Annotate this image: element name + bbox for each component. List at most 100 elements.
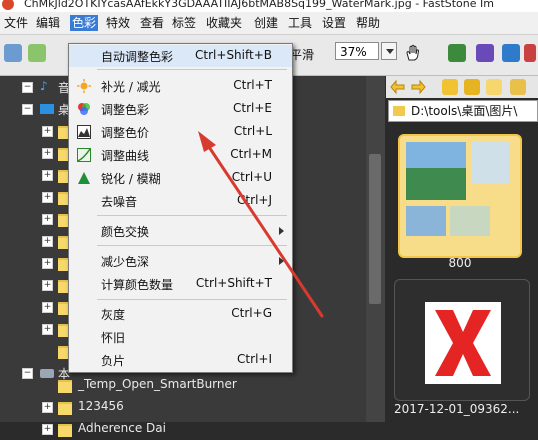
collapse-icon[interactable]: − <box>22 82 33 93</box>
thumbnail-image <box>406 206 446 236</box>
menu-item-shortcut: Ctrl+E <box>233 101 272 115</box>
menu-item-sepia[interactable]: 怀旧 <box>69 326 292 348</box>
menu-item-label: 减少色深 <box>101 255 150 269</box>
zoom-input[interactable]: 37% <box>335 42 379 60</box>
menu-item-label: 调整色价 <box>101 126 150 140</box>
menu-file[interactable]: 文件 <box>2 15 30 31</box>
open-folder-icon[interactable] <box>4 44 22 62</box>
menu-item-auto-color[interactable]: 自动调整色彩 Ctrl+Shift+B <box>69 45 292 67</box>
folder-icon <box>58 424 72 437</box>
effects-icon[interactable] <box>524 44 536 62</box>
menu-item-levels[interactable]: 调整色价 Ctrl+L <box>69 121 292 143</box>
menu-help[interactable]: 帮助 <box>354 15 382 31</box>
hand-tool-icon[interactable] <box>404 44 422 62</box>
expand-icon[interactable]: + <box>42 324 53 335</box>
folder-options-icon[interactable] <box>510 79 526 95</box>
path-bar[interactable]: D:\tools\桌面\图片\ <box>388 100 538 122</box>
tree-item-label: _Temp_Open_SmartBurner <box>78 377 237 391</box>
menu-item-shortcut: Ctrl+U <box>231 170 272 184</box>
menu-item-count-colors[interactable]: 计算颜色数量 Ctrl+Shift+T <box>69 273 292 295</box>
path-text: D:\tools\桌面\图片\ <box>411 104 518 118</box>
desktop-icon <box>40 104 54 114</box>
levels-icon <box>77 125 91 139</box>
thumbnail-image-file[interactable] <box>394 279 530 401</box>
thumbnail-caption: 2017-12-01_09362... <box>394 402 520 416</box>
expand-icon[interactable]: + <box>42 148 53 159</box>
forward-arrow-icon[interactable] <box>410 79 426 95</box>
menu-item-grayscale[interactable]: 灰度 Ctrl+G <box>69 303 292 325</box>
menu-effects[interactable]: 特效 <box>104 15 132 31</box>
menu-item-reduce-depth[interactable]: 减少色深 <box>69 250 292 272</box>
tree-item-folder[interactable]: + 123456 <box>0 396 385 418</box>
expand-icon[interactable]: + <box>42 258 53 269</box>
menu-tags[interactable]: 标签 <box>170 15 198 31</box>
expand-icon[interactable]: + <box>42 280 53 291</box>
expand-icon[interactable]: + <box>42 214 53 225</box>
menu-item-label: 自动调整色彩 <box>101 50 174 64</box>
menu-edit[interactable]: 编辑 <box>34 15 62 31</box>
app-icon <box>2 0 14 10</box>
menu-favorites[interactable]: 收藏夹 <box>204 15 244 31</box>
menu-item-shortcut: Ctrl+I <box>237 352 272 366</box>
thumbnail-folder-800[interactable] <box>398 134 522 258</box>
window-title: ChMkJld2OTKIYcasAAfEkkY3GDAAATIIAJ6btMAB… <box>24 0 494 10</box>
expand-icon[interactable]: + <box>42 302 53 313</box>
expand-icon[interactable]: + <box>42 170 53 181</box>
menu-item-shortcut: Ctrl+G <box>231 306 272 320</box>
menu-item-adjust-color[interactable]: 调整色彩 Ctrl+E <box>69 98 292 120</box>
menu-item-label: 调整色彩 <box>101 103 150 117</box>
red-x-image <box>425 302 501 384</box>
thumbnail-image <box>472 142 510 184</box>
menu-item-shortcut: Ctrl+M <box>230 147 272 161</box>
sharpen-icon <box>77 171 91 185</box>
folder-icon <box>393 106 405 116</box>
menu-item-denoise[interactable]: 去噪音 Ctrl+J <box>69 190 292 212</box>
collapse-icon[interactable]: − <box>22 104 33 115</box>
tree-item-folder[interactable]: _Temp_Open_SmartBurner <box>0 374 385 396</box>
browse-icon[interactable] <box>28 44 46 62</box>
zoom-dropdown-button[interactable] <box>381 42 397 60</box>
menu-item-shortcut: Ctrl+L <box>233 124 272 138</box>
fullscreen-icon[interactable] <box>502 44 520 62</box>
menu-item-sharpen-blur[interactable]: 锐化 / 模糊 Ctrl+U <box>69 167 292 189</box>
menu-settings[interactable]: 设置 <box>320 15 348 31</box>
expand-icon[interactable]: + <box>42 402 53 413</box>
menu-item-shortcut: Ctrl+J <box>237 193 272 207</box>
sun-icon <box>77 79 91 93</box>
scrollbar-thumb[interactable] <box>369 154 381 304</box>
submenu-arrow-icon <box>279 257 284 265</box>
thumbnail-image <box>450 206 490 236</box>
menu-item-brightness[interactable]: 补光 / 减光 Ctrl+T <box>69 75 292 97</box>
menu-item-negative[interactable]: 负片 Ctrl+I <box>69 349 292 371</box>
menu-tools[interactable]: 工具 <box>286 15 314 31</box>
menu-item-shortcut: Ctrl+Shift+T <box>195 276 272 290</box>
tree-scrollbar[interactable] <box>366 76 385 422</box>
menu-separator <box>97 69 287 70</box>
compare-icon[interactable] <box>476 44 494 62</box>
expand-icon[interactable]: + <box>42 236 53 247</box>
submenu-arrow-icon <box>279 227 284 235</box>
back-arrow-icon[interactable] <box>390 79 406 95</box>
menu-item-label: 去噪音 <box>101 195 138 209</box>
thumbnail-image <box>406 142 466 200</box>
title-bar: ChMkJld2OTKIYcasAAfEkkY3GDAAATIIAJ6btMAB… <box>0 0 538 12</box>
expand-icon[interactable]: + <box>42 126 53 137</box>
menu-create[interactable]: 创建 <box>252 15 280 31</box>
refresh-icon[interactable] <box>464 79 480 95</box>
tree-item-label: 123456 <box>78 399 124 413</box>
menu-item-color-swap[interactable]: 颜色交换 <box>69 220 292 242</box>
rgb-icon <box>77 102 91 116</box>
music-icon: ♪ <box>40 79 48 93</box>
expand-icon[interactable]: + <box>42 192 53 203</box>
up-folder-icon[interactable] <box>442 79 458 95</box>
tree-item-folder[interactable]: + Adherence Dai <box>0 418 385 440</box>
menu-separator <box>97 299 287 300</box>
menu-view[interactable]: 查看 <box>138 15 166 31</box>
browser-nav-bar <box>386 76 538 98</box>
slideshow-icon[interactable] <box>448 44 466 62</box>
favorite-folder-icon[interactable] <box>486 79 502 95</box>
smooth-label: 平滑 <box>290 48 315 62</box>
expand-icon[interactable]: + <box>42 424 53 435</box>
menu-item-curves[interactable]: 调整曲线 Ctrl+M <box>69 144 292 166</box>
menu-color[interactable]: 色彩 <box>70 15 99 31</box>
